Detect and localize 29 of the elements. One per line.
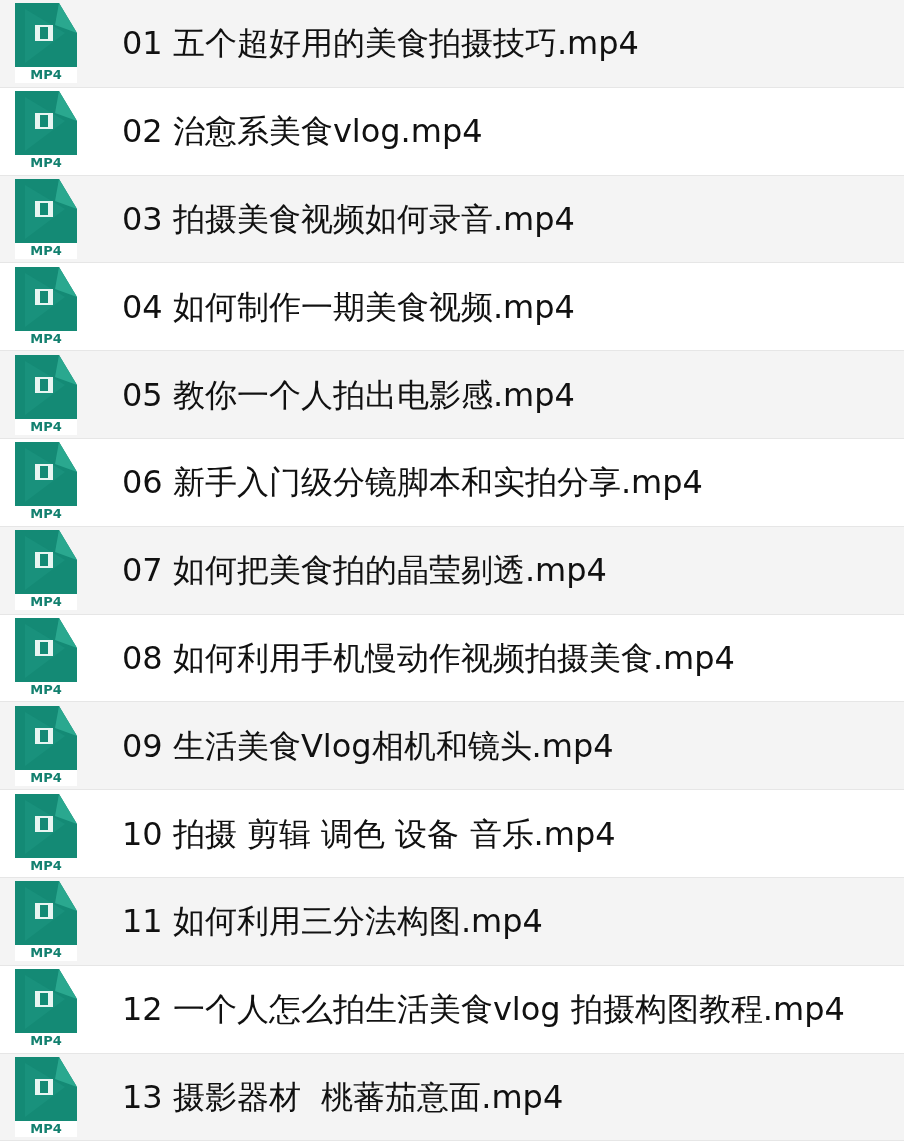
file-type-label: MP4	[15, 945, 77, 962]
video-file-icon	[15, 266, 77, 331]
file-type-label: MP4	[15, 594, 77, 611]
file-name[interactable]: 07 如何把美食拍的晶莹剔透.mp4	[122, 546, 607, 595]
file-name[interactable]: 13 摄影器材 桃蕃茄意面.mp4	[122, 1072, 564, 1121]
video-file-icon	[15, 3, 77, 68]
file-name[interactable]: 01 五个超好用的美食拍摄技巧.mp4	[122, 19, 639, 68]
file-type-label: MP4	[15, 67, 77, 84]
file-name[interactable]: 10 拍摄 剪辑 调色 设备 音乐.mp4	[122, 809, 616, 858]
video-file-icon	[15, 442, 77, 507]
video-file-icon	[15, 354, 77, 419]
file-name[interactable]: 09 生活美食Vlog相机和镜头.mp4	[122, 721, 614, 770]
video-file-icon	[15, 793, 77, 858]
video-file-icon	[15, 617, 77, 682]
video-file-icon	[15, 530, 77, 595]
file-name[interactable]: 08 如何利用手机慢动作视频拍摄美食.mp4	[122, 633, 735, 682]
file-name[interactable]: 03 拍摄美食视频如何录音.mp4	[122, 195, 575, 243]
file-name[interactable]: 06 新手入门级分镜脚本和实拍分享.mp4	[122, 458, 703, 507]
video-file-icon	[15, 179, 77, 243]
video-file-icon	[15, 91, 77, 156]
video-file-icon	[15, 1056, 77, 1121]
video-file-icon	[15, 705, 77, 770]
file-name[interactable]: 12 一个人怎么拍生活美食vlog 拍摄构图教程.mp4	[122, 985, 845, 1034]
file-name[interactable]: 04 如何制作一期美食视频.mp4	[122, 282, 575, 331]
file-name[interactable]: 05 教你一个人拍出电影感.mp4	[122, 370, 575, 419]
video-file-icon	[15, 881, 77, 946]
video-file-icon	[15, 969, 77, 1034]
file-name[interactable]: 02 治愈系美食vlog.mp4	[122, 107, 483, 156]
file-name[interactable]: 11 如何利用三分法构图.mp4	[122, 897, 543, 946]
